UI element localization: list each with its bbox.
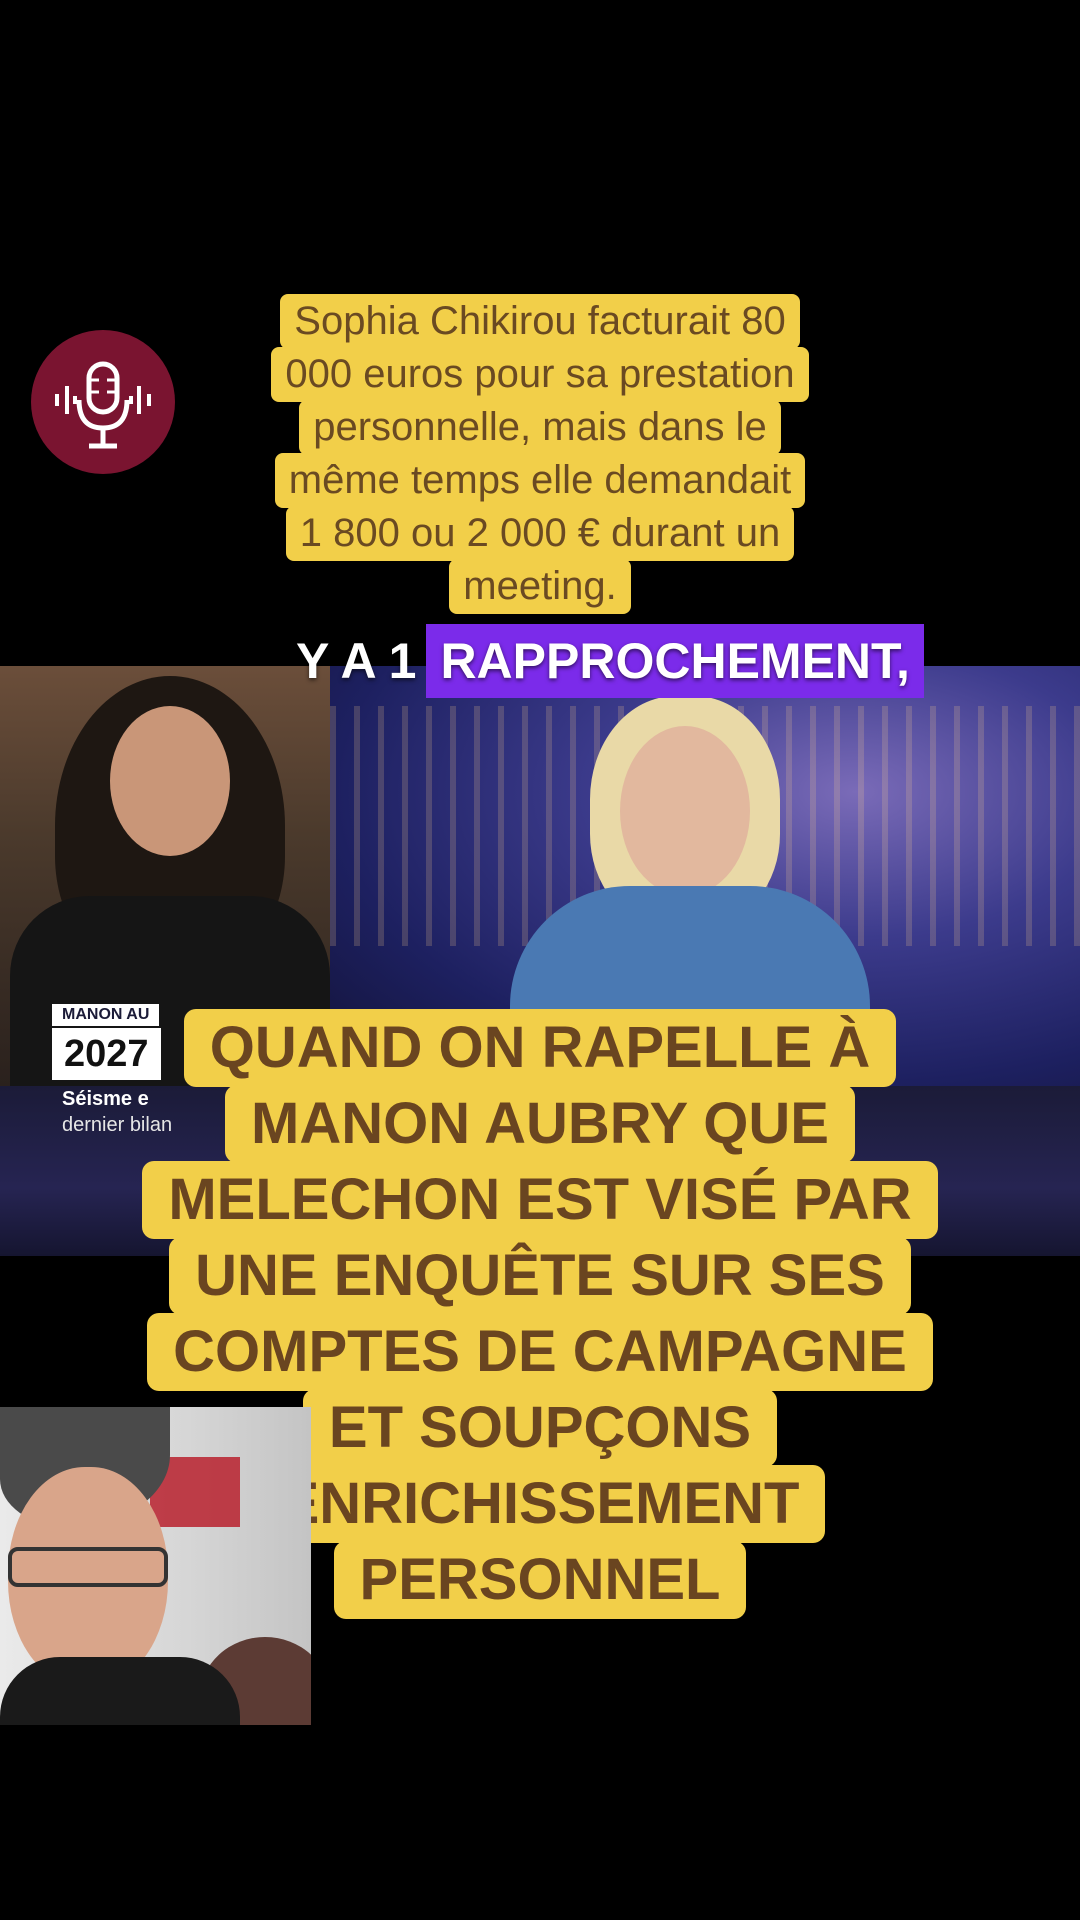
main-caption-line: ENRICHISSEMENT	[254, 1465, 826, 1543]
top-caption-line: même temps elle demandait	[274, 453, 806, 508]
main-caption-line: UNE ENQUÊTE SUR SES	[169, 1237, 911, 1315]
left-speaker-face	[110, 706, 230, 856]
podcast-badge	[31, 330, 175, 474]
inset-body	[0, 1657, 240, 1725]
top-caption-line: meeting.	[449, 559, 631, 614]
main-caption-line: ET SOUPÇONS	[302, 1389, 778, 1467]
top-caption-line: Sophia Chikirou facturait 80	[280, 294, 800, 349]
top-caption-line: personnelle, mais dans le	[299, 400, 781, 455]
top-caption-line: 000 euros pour sa prestation	[271, 347, 809, 402]
main-caption-line: MELECHON EST VISÉ PAR	[142, 1161, 938, 1239]
inset-photo	[0, 1407, 311, 1725]
main-caption-line: COMPTES DE CAMPAGNE	[147, 1313, 933, 1391]
main-caption-line: PERSONNEL	[333, 1541, 747, 1619]
main-caption-line: MANON AUBRY QUE	[225, 1085, 855, 1163]
glasses-icon	[8, 1547, 168, 1587]
top-caption-line: 1 800 ou 2 000 € durant un	[285, 506, 795, 561]
live-subtitle: Y A 1 RAPPROCHEMENT,	[296, 624, 924, 698]
subtitle-highlight: RAPPROCHEMENT,	[426, 624, 924, 698]
main-caption-line: QUAND ON RAPELLE À	[183, 1009, 897, 1087]
subtitle-plain: Y A 1	[296, 633, 417, 689]
top-caption: Sophia Chikirou facturait 80 000 euros p…	[220, 294, 860, 614]
podcast-mic-icon	[55, 361, 151, 449]
right-speaker-face	[620, 726, 750, 896]
